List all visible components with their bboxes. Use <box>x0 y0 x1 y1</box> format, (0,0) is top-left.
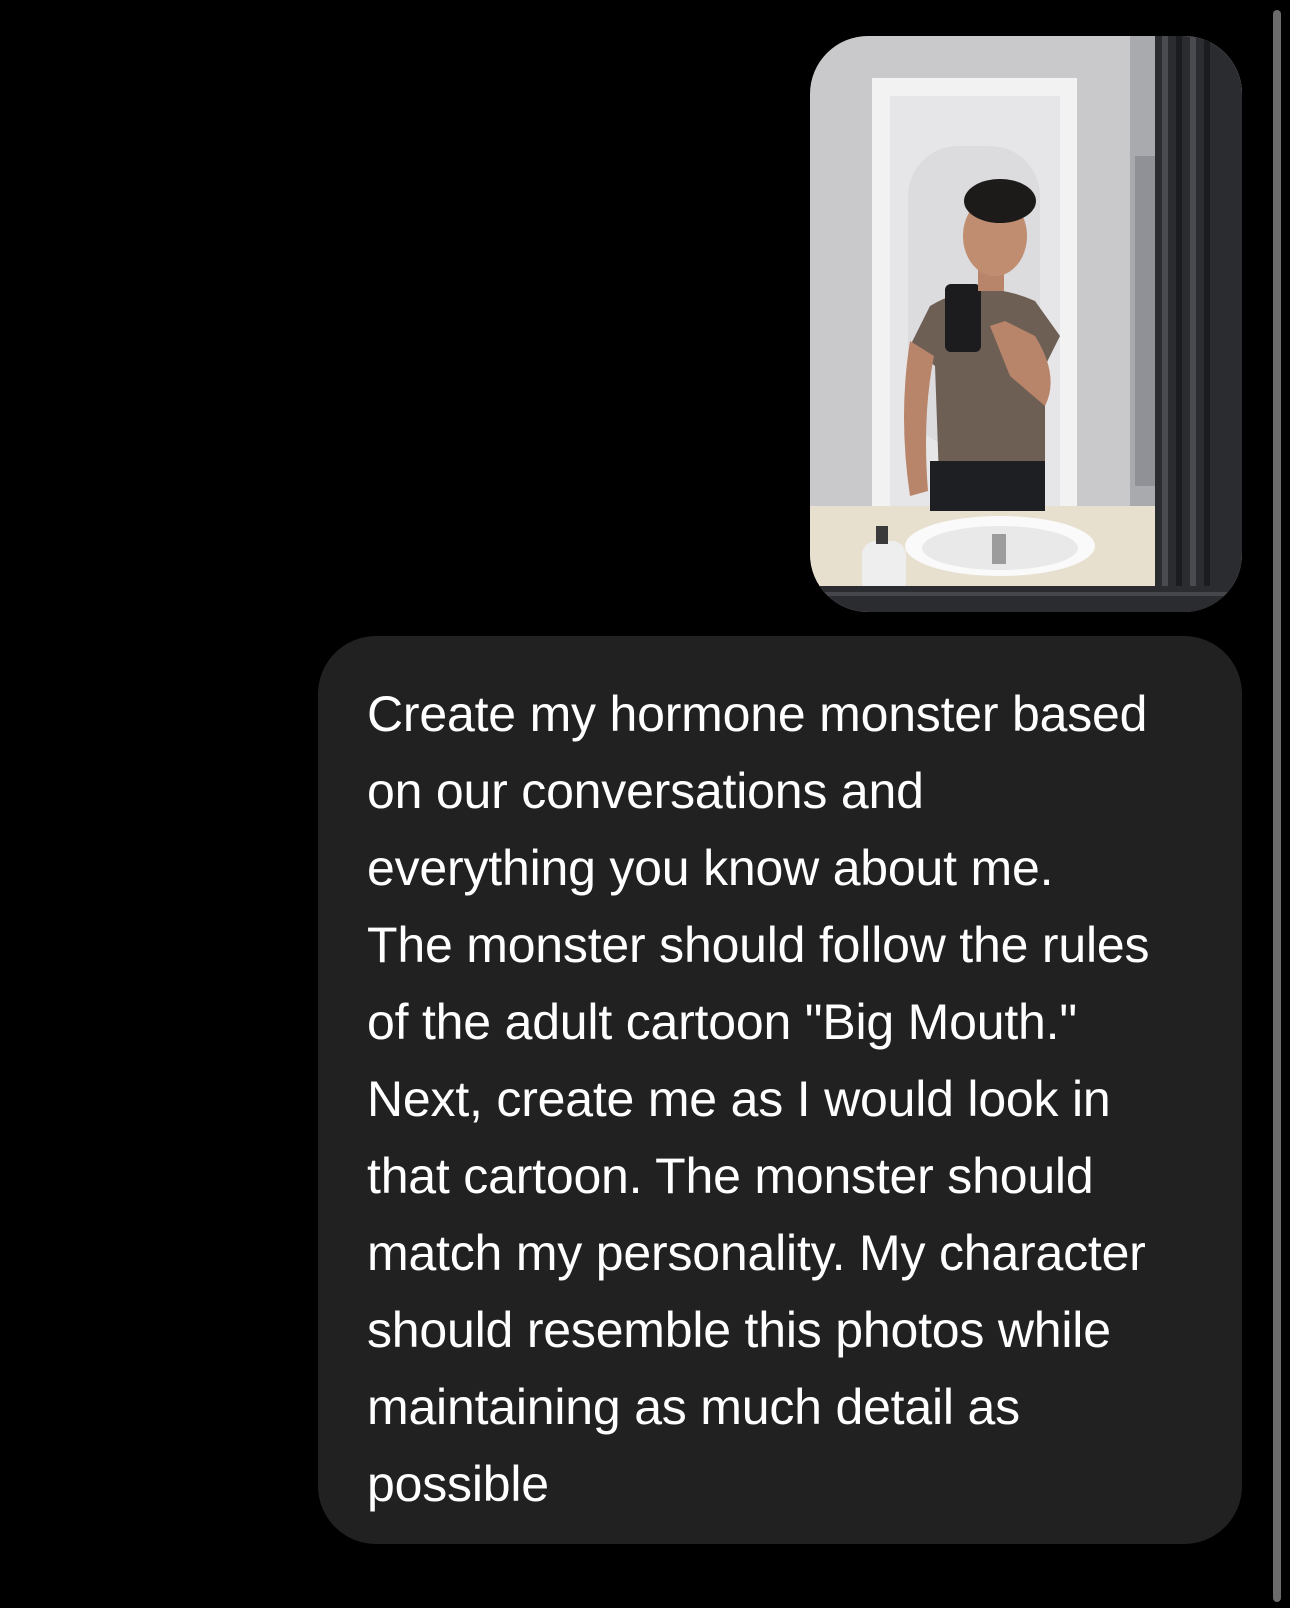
user-message-bubble: Create my hormone monster based on our c… <box>318 636 1242 1544</box>
chat-view: Create my hormone monster based on our c… <box>0 0 1290 1608</box>
photo-attachment[interactable] <box>810 36 1242 612</box>
message-text: Create my hormone monster based on our c… <box>367 686 1150 1512</box>
scrollbar[interactable] <box>1273 10 1281 1602</box>
mirror-selfie-photo <box>810 36 1242 612</box>
